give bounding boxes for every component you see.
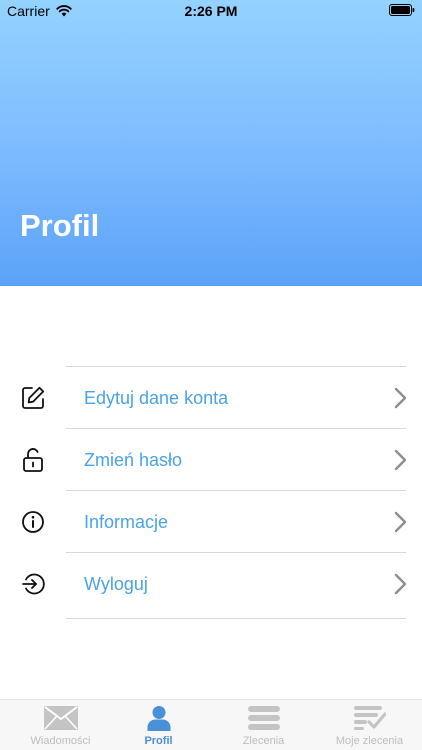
tab-my-orders[interactable]: Moje zlecenia: [317, 700, 422, 750]
person-icon: [142, 705, 176, 731]
tab-profile[interactable]: Profil: [106, 700, 211, 750]
status-bar: Carrier 2:26 PM: [0, 0, 422, 22]
battery-icon: [389, 4, 415, 16]
menu-item-label: Edytuj dane konta: [84, 387, 229, 408]
list-icon: [247, 705, 281, 731]
unlock-icon: [20, 447, 46, 473]
info-icon: [20, 509, 46, 535]
menu-item-label: Informacje: [84, 511, 169, 532]
tab-bar: Wiadomości Profil Zlecenia Moje zlecenia: [0, 699, 422, 750]
menu-item-label: Zmień hasło: [84, 449, 183, 470]
menu-item-information[interactable]: Informacje: [0, 491, 422, 553]
menu-item-edit-account[interactable]: Edytuj dane konta: [0, 367, 422, 429]
edit-icon: [20, 385, 46, 411]
menu-item-change-password[interactable]: Zmień hasło: [0, 429, 422, 491]
tab-messages[interactable]: Wiadomości: [8, 700, 113, 750]
logout-icon: [20, 571, 46, 597]
menu-item-label: Wyloguj: [84, 573, 148, 594]
checklist-icon: [353, 705, 387, 731]
envelope-icon: [43, 705, 78, 731]
menu-item-logout[interactable]: Wyloguj: [0, 553, 422, 615]
tab-label: Wiadomości: [30, 735, 91, 747]
tab-label: Profil: [144, 735, 173, 747]
menu-divider: [66, 618, 406, 619]
tab-orders[interactable]: Zlecenia: [211, 700, 316, 750]
chevron-right-icon: [394, 387, 407, 409]
page-title: Profil: [20, 208, 100, 243]
tab-label: Moje zlecenia: [335, 735, 404, 747]
profile-header: Carrier 2:26 PM Profil: [0, 0, 422, 286]
chevron-right-icon: [394, 511, 407, 533]
chevron-right-icon: [394, 449, 407, 471]
tab-label: Zlecenia: [242, 735, 285, 747]
chevron-right-icon: [394, 573, 407, 595]
status-time: 2:26 PM: [184, 3, 238, 19]
